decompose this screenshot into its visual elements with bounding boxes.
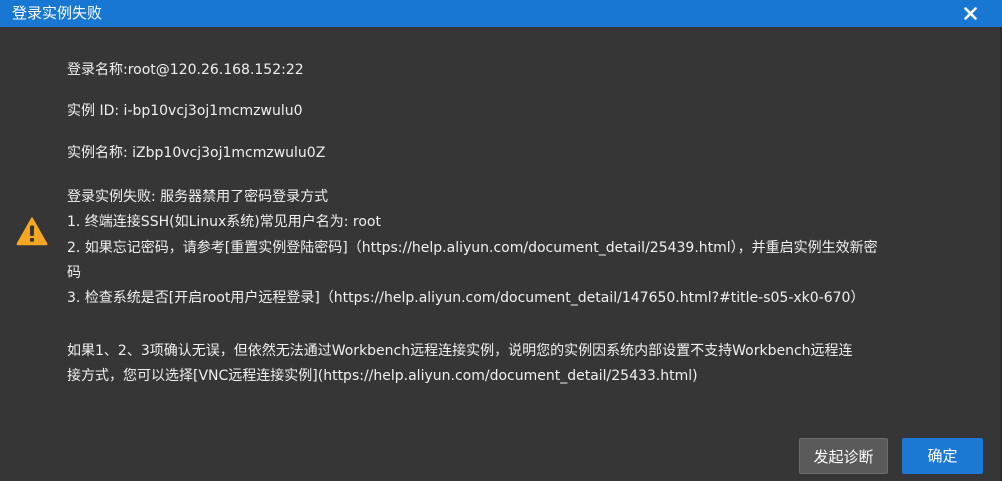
dialog-title-bar: 登录实例失败 <box>0 0 1002 27</box>
close-icon <box>964 7 977 20</box>
start-diagnosis-button[interactable]: 发起诊断 <box>799 438 888 474</box>
warning-icon <box>16 217 48 246</box>
login-name-text: 登录名称:root@120.26.168.152:22 <box>67 62 304 78</box>
error-step-2-continued: 码 <box>67 264 81 281</box>
instance-id-text: 实例 ID: i-bp10vcj3oj1mcmzwulu0 <box>67 103 303 119</box>
dialog-title: 登录实例失败 <box>12 4 103 22</box>
error-details: 登录实例失败: 服务器禁用了密码登录方式 1. 终端连接SSH(如Linux系统… <box>67 185 967 311</box>
error-step-1: 1. 终端连接SSH(如Linux系统)常见用户名为: root <box>67 214 381 231</box>
error-summary-line: 登录实例失败: 服务器禁用了密码登录方式 <box>67 189 329 205</box>
conclusion-line-1: 如果1、2、3项确认无误，但依然无法通过Workbench远程连接实例，说明您的… <box>67 343 853 359</box>
conclusion-text: 如果1、2、3项确认无误，但依然无法通过Workbench远程连接实例，说明您的… <box>67 339 967 389</box>
error-step-2: 2. 如果忘记密码，请参考[重置实例登陆密码]（https://help.ali… <box>67 239 878 256</box>
error-step-3: 3. 检查系统是否[开启root用户远程登录]（https://help.ali… <box>67 290 865 307</box>
close-button[interactable] <box>961 0 981 27</box>
confirm-button[interactable]: 确定 <box>902 438 983 474</box>
login-failed-dialog: 登录实例失败 登录名称:root@120.26.168.152:22 实例 ID… <box>0 0 1002 481</box>
conclusion-line-2: 接方式，您可以选择[VNC远程连接实例](https://help.aliyun… <box>67 368 698 384</box>
instance-name-text: 实例名称: iZbp10vcj3oj1mcmzwulu0Z <box>67 145 326 161</box>
